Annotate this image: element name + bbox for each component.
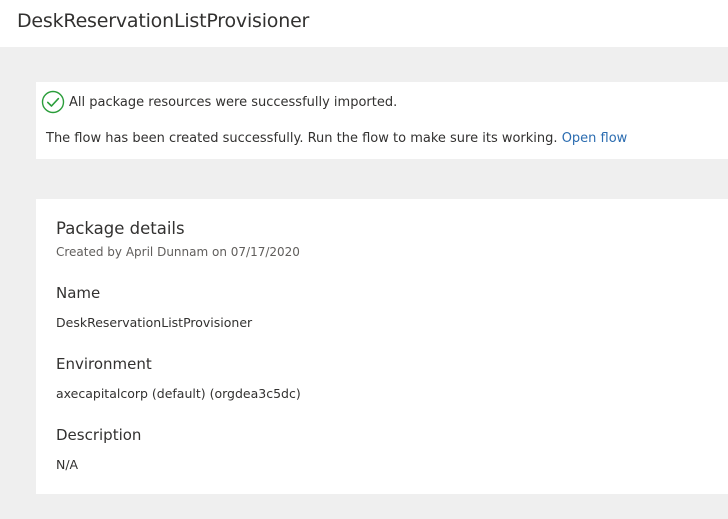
check-circle-icon [41,90,65,114]
import-status-banner: All package resources were successfully … [36,82,728,159]
page-header: DeskReservationListProvisioner [0,0,728,47]
environment-label: Environment [56,355,152,373]
package-details-title: Package details [56,219,185,238]
environment-value: axecapitalcorp (default) (orgdea3c5dc) [56,386,301,401]
description-value: N/A [56,457,79,472]
open-flow-link[interactable]: Open flow [562,131,628,146]
package-created-by: Created by April Dunnam on 07/17/2020 [56,245,300,259]
name-label: Name [56,284,101,302]
flow-created-text: The flow has been created successfully. … [46,131,558,146]
package-details-card: Package details Created by April Dunnam … [36,199,728,494]
flow-created-message: The flow has been created successfully. … [46,131,627,146]
name-value: DeskReservationListProvisioner [56,315,253,330]
import-success-message: All package resources were successfully … [69,95,398,110]
description-label: Description [56,426,142,444]
page-title: DeskReservationListProvisioner [17,10,310,32]
